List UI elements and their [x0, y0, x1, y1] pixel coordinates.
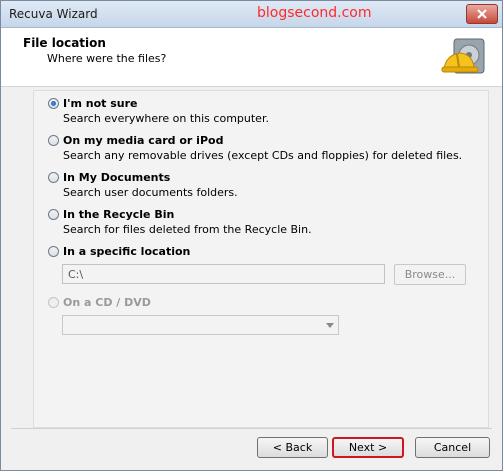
- window-title: Recuva Wizard: [9, 7, 98, 21]
- page-title: File location: [23, 36, 106, 50]
- title-bar[interactable]: Recuva Wizard blogsecond.com: [1, 1, 502, 28]
- option-label: On a CD / DVD: [63, 296, 151, 309]
- option-description: Search everywhere on this computer.: [63, 112, 269, 125]
- wizard-header: File location Where were the files?: [1, 28, 502, 87]
- radio-not-sure[interactable]: [48, 98, 59, 109]
- radio-recycle-bin[interactable]: [48, 209, 59, 220]
- radio-cd-dvd: [48, 297, 59, 308]
- footer-divider: [11, 428, 492, 429]
- radio-my-documents[interactable]: [48, 172, 59, 183]
- radio-specific-location[interactable]: [48, 246, 59, 257]
- watermark-text: blogsecond.com: [257, 5, 372, 21]
- recuva-hard-hat-drive-icon: [441, 38, 485, 74]
- option-label: In a specific location: [63, 245, 191, 258]
- option-label: In My Documents: [63, 171, 171, 184]
- option-label: On my media card or iPod: [63, 134, 224, 147]
- location-path-input[interactable]: C:\: [62, 264, 385, 284]
- option-description: Search for files deleted from the Recycl…: [63, 223, 312, 236]
- radio-media-card[interactable]: [48, 135, 59, 146]
- next-button[interactable]: Next >: [332, 437, 404, 458]
- option-label: In the Recycle Bin: [63, 208, 175, 221]
- cancel-button[interactable]: Cancel: [415, 437, 490, 458]
- option-label: I'm not sure: [63, 97, 138, 110]
- option-description: Search any removable drives (except CDs …: [63, 149, 463, 162]
- browse-button[interactable]: Browse...: [394, 264, 466, 285]
- cd-drive-select: [62, 315, 339, 335]
- recuva-wizard-window: Recuva Wizard blogsecond.com File locati…: [0, 0, 503, 471]
- close-button[interactable]: [466, 4, 498, 24]
- chevron-down-icon: [326, 323, 334, 328]
- page-subtitle: Where were the files?: [47, 52, 167, 65]
- back-button[interactable]: < Back: [257, 437, 328, 458]
- option-description: Search user documents folders.: [63, 186, 238, 199]
- close-icon: [477, 9, 487, 19]
